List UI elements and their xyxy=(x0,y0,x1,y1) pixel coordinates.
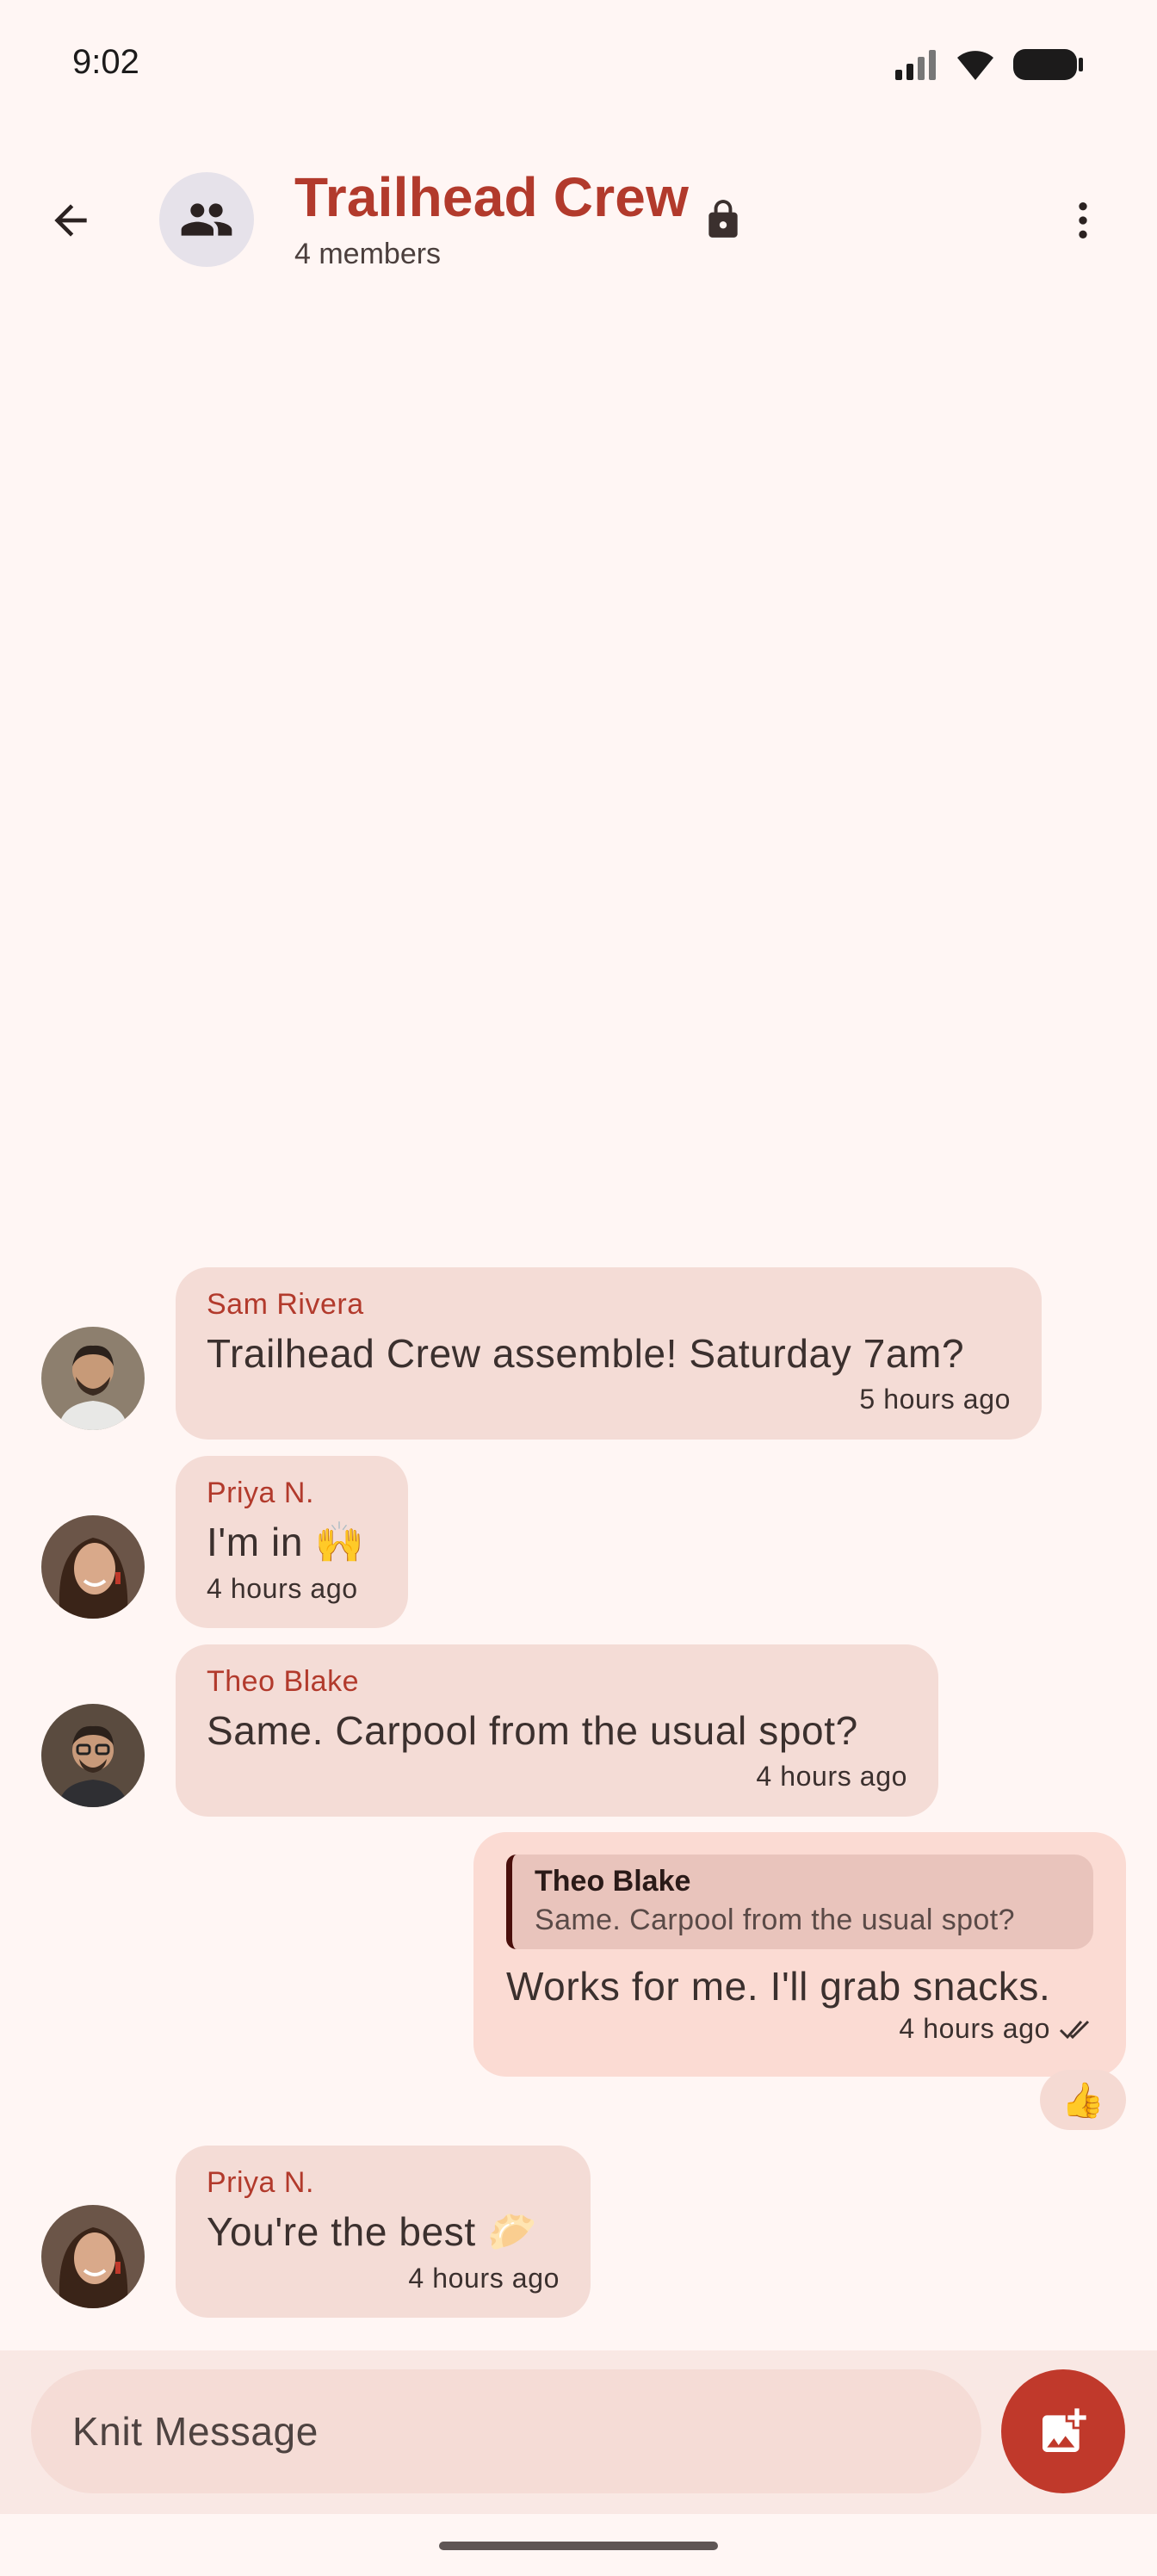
add-photo-icon xyxy=(1043,2408,1086,2452)
avatar-sam-rivera[interactable] xyxy=(41,1327,145,1430)
message-time: 5 hours ago xyxy=(859,1384,1011,1415)
avatar-theo-blake[interactable] xyxy=(41,1704,145,1807)
group-avatar[interactable] xyxy=(159,172,254,267)
message-bubble[interactable]: Theo Blake Same. Carpool from the usual … xyxy=(176,1644,938,1817)
person-photo-icon xyxy=(41,2205,145,2308)
more-options-button[interactable] xyxy=(1055,189,1111,251)
reply-quote[interactable]: Theo Blake Same. Carpool from the usual … xyxy=(506,1855,1093,1949)
lock-icon xyxy=(702,196,745,247)
reply-sender: Theo Blake xyxy=(535,1865,691,1898)
avatar-priya[interactable] xyxy=(41,2205,145,2308)
double-check-icon xyxy=(1059,2020,1090,2039)
message-time: 4 hours ago xyxy=(756,1761,907,1792)
reply-text: Same. Carpool from the usual spot? xyxy=(535,1904,1015,1936)
status-time: 9:02 xyxy=(72,43,139,81)
message-input[interactable]: Knit Message xyxy=(31,2369,981,2493)
person-photo-icon xyxy=(41,1327,145,1430)
message-time: 4 hours ago xyxy=(899,2013,1050,2044)
member-count: 4 members xyxy=(294,238,442,270)
signal-icon xyxy=(895,50,936,80)
message-text: I'm in 🙌 xyxy=(207,1520,365,1564)
message-time: 4 hours ago xyxy=(408,2263,560,2294)
message-text: You're the best 🥟 xyxy=(207,2209,538,2254)
status-icons xyxy=(894,47,1085,82)
battery-icon xyxy=(1013,49,1083,80)
my-message-bubble[interactable]: Theo Blake Same. Carpool from the usual … xyxy=(473,1832,1126,2077)
arrow-back-icon xyxy=(54,204,87,237)
message-text: Same. Carpool from the usual spot? xyxy=(207,1708,858,1753)
more-vert-icon xyxy=(1079,202,1087,238)
wifi-icon xyxy=(957,51,993,80)
reaction-badge[interactable]: 👍 xyxy=(1040,2070,1126,2130)
message-bubble[interactable]: Priya N. You're the best 🥟 4 hours ago xyxy=(176,2146,591,2318)
message-sender: Theo Blake xyxy=(207,1665,359,1698)
person-photo-icon xyxy=(41,1704,145,1807)
home-indicator[interactable] xyxy=(439,2542,718,2550)
back-button[interactable] xyxy=(40,189,102,251)
message-meta: 4 hours ago xyxy=(506,2013,1093,2045)
message-bubble[interactable]: Priya N. I'm in 🙌 4 hours ago xyxy=(176,1456,408,1628)
person-photo-icon xyxy=(41,1515,145,1619)
message-sender: Priya N. xyxy=(207,2166,314,2199)
message-sender: Sam Rivera xyxy=(207,1288,364,1321)
message-bubble[interactable]: Sam Rivera Trailhead Crew assemble! Satu… xyxy=(176,1267,1042,1440)
message-time: 4 hours ago xyxy=(207,1573,358,1604)
message-text: Works for me. I'll grab snacks. xyxy=(506,1964,1051,2009)
group-icon xyxy=(181,203,232,236)
chat-title[interactable]: Trailhead Crew xyxy=(294,165,689,229)
message-text: Trailhead Crew assemble! Saturday 7am? xyxy=(207,1331,965,1376)
message-sender: Priya N. xyxy=(207,1477,314,1509)
avatar-priya[interactable] xyxy=(41,1515,145,1619)
add-image-button[interactable] xyxy=(1001,2369,1125,2493)
